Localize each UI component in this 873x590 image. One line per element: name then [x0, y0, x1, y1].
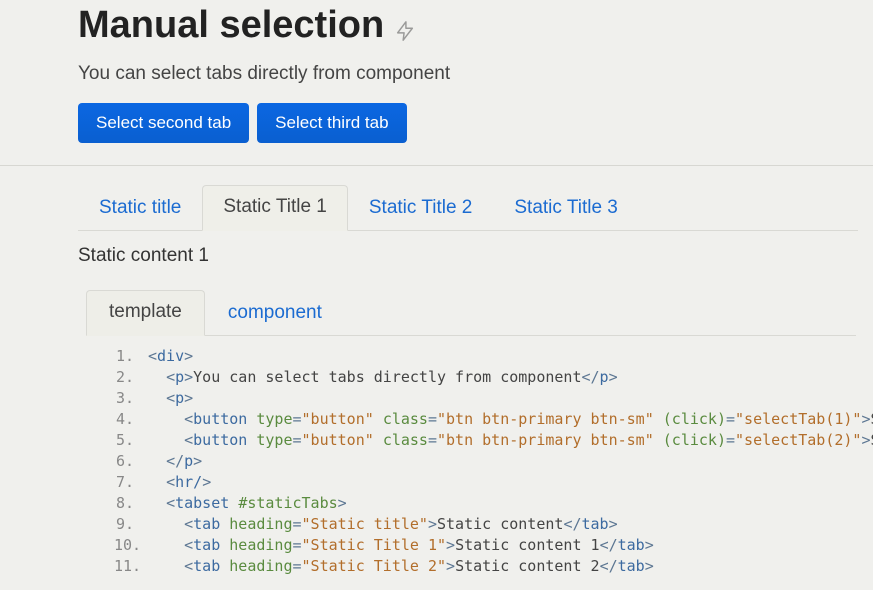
separator	[0, 165, 873, 166]
code-text: <hr/>	[148, 472, 211, 493]
code-line: 11. <tab heading="Static Title 2">Static…	[114, 556, 873, 577]
code-line: 10. <tab heading="Static Title 1">Static…	[114, 535, 873, 556]
code-text: <tab heading="Static Title 2">Static con…	[148, 556, 654, 577]
line-number: 5.	[114, 430, 148, 451]
code-line: 2. <p>You can select tabs directly from …	[114, 367, 873, 388]
code-line: 3. <p>	[114, 388, 873, 409]
example-tabset: Static title Static Title 1 Static Title…	[78, 184, 858, 231]
line-number: 11.	[114, 556, 148, 577]
tab-static-title-3[interactable]: Static Title 3	[493, 186, 639, 231]
page-subtitle: You can select tabs directly from compon…	[78, 63, 873, 85]
code-text: <p>You can select tabs directly from com…	[148, 367, 618, 388]
code-text: <p>	[148, 388, 193, 409]
code-text: <button type="button" class="btn btn-pri…	[148, 409, 873, 430]
code-line: 6. </p>	[114, 451, 873, 472]
code-line: 4. <button type="button" class="btn btn-…	[114, 409, 873, 430]
tab-static-title-2[interactable]: Static Title 2	[348, 186, 494, 231]
code-text: <tabset #staticTabs>	[148, 493, 347, 514]
line-number: 2.	[114, 367, 148, 388]
line-number: 3.	[114, 388, 148, 409]
line-number: 7.	[114, 472, 148, 493]
code-tab-template[interactable]: template	[86, 290, 205, 336]
line-number: 1.	[114, 346, 148, 367]
code-block: 1.<div>2. <p>You can select tabs directl…	[78, 336, 873, 577]
select-third-tab-button[interactable]: Select third tab	[257, 103, 406, 143]
tab-static-title-1[interactable]: Static Title 1	[202, 185, 348, 231]
lightning-icon	[394, 17, 416, 45]
page-title: Manual selection	[78, 4, 384, 47]
code-line: 7. <hr/>	[114, 472, 873, 493]
tab-content: Static content 1	[78, 231, 873, 289]
code-tabset: template component	[86, 289, 856, 336]
code-tab-component[interactable]: component	[205, 291, 345, 336]
line-number: 6.	[114, 451, 148, 472]
code-line: 1.<div>	[114, 346, 873, 367]
line-number: 10.	[114, 535, 148, 556]
tab-static-title[interactable]: Static title	[78, 186, 202, 231]
code-text: <tab heading="Static Title 1">Static con…	[148, 535, 654, 556]
button-row: Select second tab Select third tab	[78, 103, 873, 143]
code-line: 9. <tab heading="Static title">Static co…	[114, 514, 873, 535]
code-line: 5. <button type="button" class="btn btn-…	[114, 430, 873, 451]
code-text: <div>	[148, 346, 193, 367]
code-text: </p>	[148, 451, 202, 472]
line-number: 4.	[114, 409, 148, 430]
line-number: 9.	[114, 514, 148, 535]
code-line: 8. <tabset #staticTabs>	[114, 493, 873, 514]
code-text: <button type="button" class="btn btn-pri…	[148, 430, 873, 451]
line-number: 8.	[114, 493, 148, 514]
select-second-tab-button[interactable]: Select second tab	[78, 103, 249, 143]
code-text: <tab heading="Static title">Static conte…	[148, 514, 618, 535]
